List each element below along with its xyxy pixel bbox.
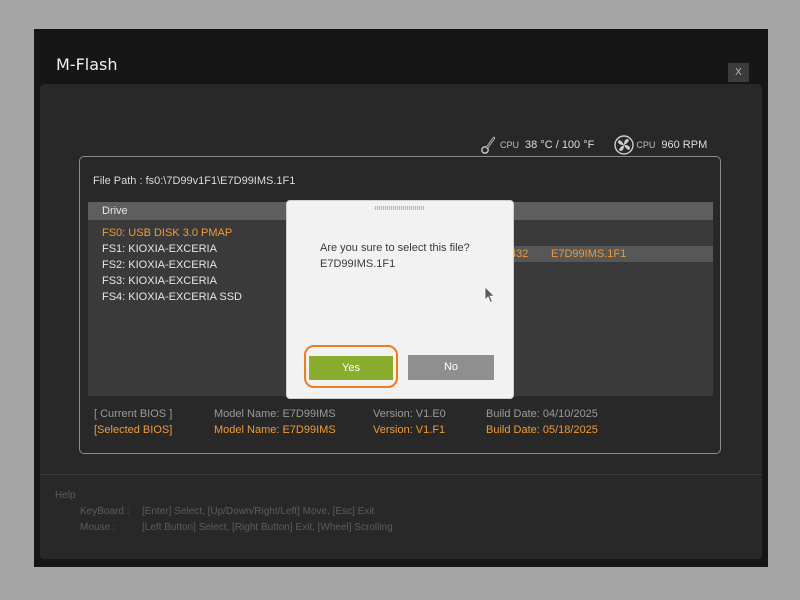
divider <box>40 474 762 475</box>
file-list-item[interactable]: 432 E7D99IMS.1F1 <box>502 246 713 262</box>
help-keyboard-label: KeyBoard : <box>80 506 130 517</box>
dialog-filename: E7D99IMS.1F1 <box>320 258 396 270</box>
fan-caption: CPU <box>636 140 656 150</box>
mouse-pointer-icon <box>484 286 496 304</box>
status-bar: CPU 38 °C / 100 °F CPU 960 RPM <box>480 134 727 156</box>
drive-item-fs2[interactable]: FS2: KIOXIA-EXCERIA <box>102 259 217 271</box>
app-title: M-Flash <box>56 55 118 74</box>
drag-handle[interactable] <box>375 206 425 210</box>
help-title: Help <box>55 490 76 501</box>
close-button[interactable]: X <box>728 63 749 82</box>
selected-bios-date: Build Date: 05/18/2025 <box>486 424 598 436</box>
confirm-dialog: Are you sure to select this file? E7D99I… <box>286 200 514 399</box>
selected-bios-version: Version: V1.F1 <box>373 424 446 436</box>
cpu-temp-value: 38 °C / 100 °F <box>525 139 595 151</box>
help-mouse-text: [Left Button] Select, [Right Button] Exi… <box>142 522 393 533</box>
cpu-fan-value: 960 RPM <box>661 139 708 151</box>
current-bios-version: Version: V1.E0 <box>373 408 446 420</box>
fan-icon <box>614 135 635 155</box>
file-name: E7D99IMS.1F1 <box>551 248 627 260</box>
help-keyboard-text: [Enter] Select, [Up/Down/Right/Left] Mov… <box>142 506 375 517</box>
help-mouse-label: Mouse : <box>80 522 116 533</box>
drive-item-fs3[interactable]: FS3: KIOXIA-EXCERIA <box>102 275 217 287</box>
selected-bios-label: [Selected BIOS] <box>94 424 173 436</box>
current-bios-label: [ Current BIOS ] <box>94 408 173 420</box>
drive-item-fs0[interactable]: FS0: USB DISK 3.0 PMAP <box>102 227 232 239</box>
selected-bios-model: Model Name: E7D99IMS <box>214 424 336 436</box>
thermometer-icon <box>481 136 496 154</box>
yes-button[interactable]: Yes <box>309 356 393 380</box>
drive-item-fs1[interactable]: FS1: KIOXIA-EXCERIA <box>102 243 217 255</box>
temp-caption: CPU <box>500 140 520 150</box>
drive-item-fs4[interactable]: FS4: KIOXIA-EXCERIA SSD <box>102 291 242 303</box>
current-bios-date: Build Date: 04/10/2025 <box>486 408 598 420</box>
current-bios-model: Model Name: E7D99IMS <box>214 408 336 420</box>
dialog-message: Are you sure to select this file? <box>320 242 470 254</box>
no-button[interactable]: No <box>408 355 494 380</box>
file-path: File Path : fs0:\7D99v1F1\E7D99IMS.1F1 <box>93 175 296 187</box>
